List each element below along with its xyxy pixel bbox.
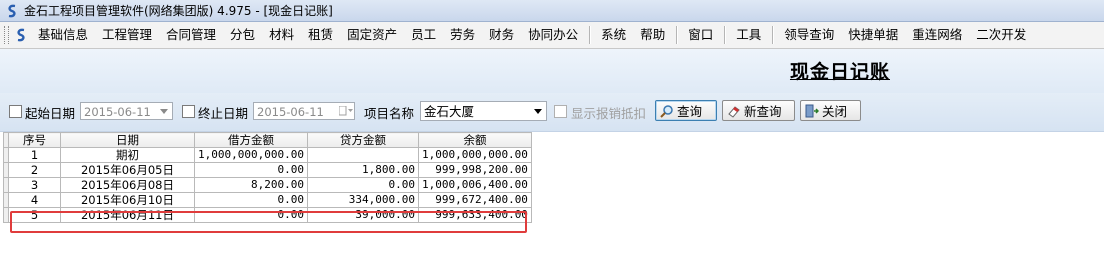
cell-credit: 334,000.00 [306, 192, 419, 208]
cell-credit [306, 147, 419, 163]
cell-balance: 999,672,400.00 [417, 192, 532, 208]
app-logo-icon[interactable] [13, 27, 29, 43]
menu-item-fixed-assets[interactable]: 固定资产 [340, 23, 404, 47]
menu-item-leasing[interactable]: 租赁 [301, 23, 340, 47]
calendar-dropdown-icon[interactable] [338, 103, 354, 119]
menu-item-materials[interactable]: 材料 [262, 23, 301, 47]
cash-journal-table: 序号 日期 借方金额 贷方金额 余额 1 期初 1,000,000,000.00… [3, 132, 532, 223]
cell-date: 2015年06月10日 [60, 192, 195, 208]
cell-debit: 8,200.00 [194, 177, 308, 193]
menu-separator [589, 26, 591, 44]
menu-item-contract-mgmt[interactable]: 合同管理 [159, 23, 223, 47]
cell-balance: 1,000,006,400.00 [417, 177, 532, 193]
end-date-checkbox[interactable] [182, 105, 195, 118]
menu-item-help[interactable]: 帮助 [633, 23, 672, 47]
menu-separator [724, 26, 726, 44]
report-title: 现金日记账 [789, 61, 890, 83]
menu-item-office[interactable]: 协同办公 [521, 23, 585, 47]
column-header-credit[interactable]: 贷方金额 [306, 132, 419, 148]
report-page: 现金日记账 起始日期 2015-06-11 终止日期 2015-06-11 项目… [0, 49, 1104, 257]
table-row[interactable]: 3 2015年06月08日 8,200.00 0.00 1,000,006,40… [3, 177, 532, 193]
menu-item-reconnect[interactable]: 重连网络 [905, 23, 969, 47]
table-row[interactable]: 1 期初 1,000,000,000.00 1,000,000,000.00 [3, 147, 532, 163]
menu-item-project-mgmt[interactable]: 工程管理 [95, 23, 159, 47]
cell-seq: 3 [8, 177, 61, 193]
cell-debit: 0.00 [194, 192, 308, 208]
menu-item-system[interactable]: 系统 [594, 23, 633, 47]
table-row[interactable]: 4 2015年06月10日 0.00 334,000.00 999,672,40… [3, 192, 532, 208]
menu-item-leader-query[interactable]: 领导查询 [777, 23, 841, 47]
new-query-button-label: 新查询 [744, 104, 782, 119]
app-logo-icon [4, 3, 20, 19]
cell-date: 2015年06月08日 [60, 177, 195, 193]
report-header: 现金日记账 [0, 49, 1104, 93]
start-date-picker[interactable]: 2015-06-11 [80, 102, 173, 120]
menu-item-window[interactable]: 窗口 [681, 23, 720, 47]
menu-item-finance[interactable]: 财务 [482, 23, 521, 47]
end-date-picker[interactable]: 2015-06-11 [253, 102, 355, 120]
menu-item-subcontract[interactable]: 分包 [223, 23, 262, 47]
cell-seq: 4 [8, 192, 61, 208]
cell-credit: 0.00 [306, 177, 419, 193]
cell-balance: 999,633,400.00 [417, 207, 532, 223]
cell-seq: 5 [8, 207, 61, 223]
cell-credit: 39,000.00 [306, 207, 419, 223]
show-reimburse-label: 显示报销抵扣 [571, 106, 647, 121]
column-header-balance[interactable]: 余额 [417, 132, 532, 148]
start-date-label: 起始日期 [25, 106, 76, 121]
column-header-debit[interactable]: 借方金额 [194, 132, 308, 148]
eraser-icon [726, 103, 742, 119]
project-name-label: 项目名称 [364, 106, 415, 121]
cell-credit: 1,800.00 [306, 162, 419, 178]
start-date-value: 2015-06-11 [84, 105, 151, 119]
toolbar-grip[interactable] [4, 26, 9, 44]
title-bar: 金石工程项目管理软件(网络集团版) 4.975 - [现金日记账] [0, 0, 1104, 22]
project-name-select[interactable]: 金石大厦 [420, 101, 547, 121]
menu-item-labor[interactable]: 劳务 [443, 23, 482, 47]
cell-balance: 1,000,000,000.00 [417, 147, 532, 163]
column-header-seq[interactable]: 序号 [8, 132, 61, 148]
chevron-down-icon[interactable] [156, 103, 172, 119]
cell-debit: 0.00 [194, 207, 308, 223]
table-row[interactable]: 2 2015年06月05日 0.00 1,800.00 999,998,200.… [3, 162, 532, 178]
cell-seq: 1 [8, 147, 61, 163]
door-exit-icon [804, 103, 820, 119]
end-date-label: 终止日期 [198, 106, 249, 121]
menu-item-staff[interactable]: 员工 [404, 23, 443, 47]
end-date-value: 2015-06-11 [257, 105, 324, 119]
chevron-down-icon[interactable] [530, 102, 546, 120]
cell-date: 2015年06月11日 [60, 207, 195, 223]
start-date-checkbox[interactable] [9, 105, 22, 118]
menu-separator [676, 26, 678, 44]
menu-separator [772, 26, 774, 44]
column-header-date[interactable]: 日期 [60, 132, 195, 148]
menu-item-basic-info[interactable]: 基础信息 [31, 23, 95, 47]
close-button-label: 关闭 [822, 104, 848, 119]
cell-balance: 999,998,200.00 [417, 162, 532, 178]
project-name-value: 金石大厦 [424, 104, 475, 119]
query-button[interactable]: 查询 [655, 100, 717, 121]
menu-item-quick-docs[interactable]: 快捷单据 [841, 23, 905, 47]
cell-debit: 0.00 [194, 162, 308, 178]
menu-item-tools[interactable]: 工具 [729, 23, 768, 47]
table-row[interactable]: 5 2015年06月11日 0.00 39,000.00 999,633,400… [3, 207, 532, 223]
magnifier-icon [659, 103, 675, 119]
query-button-label: 查询 [677, 104, 703, 119]
window-title: 金石工程项目管理软件(网络集团版) 4.975 - [现金日记账] [24, 4, 333, 18]
cell-date: 2015年06月05日 [60, 162, 195, 178]
filter-bar: 起始日期 2015-06-11 终止日期 2015-06-11 项目名称 金石大… [0, 93, 1104, 132]
cell-debit: 1,000,000,000.00 [194, 147, 308, 163]
menu-item-dev[interactable]: 二次开发 [969, 23, 1033, 47]
close-button[interactable]: 关闭 [800, 100, 861, 121]
menu-bar: 基础信息 工程管理 合同管理 分包 材料 租赁 固定资产 员工 劳务 财务 协同… [0, 22, 1104, 49]
show-reimburse-checkbox[interactable] [554, 105, 567, 118]
new-query-button[interactable]: 新查询 [722, 100, 795, 121]
cell-date: 期初 [60, 147, 195, 163]
table-header-row: 序号 日期 借方金额 贷方金额 余额 [3, 132, 532, 148]
cell-seq: 2 [8, 162, 61, 178]
